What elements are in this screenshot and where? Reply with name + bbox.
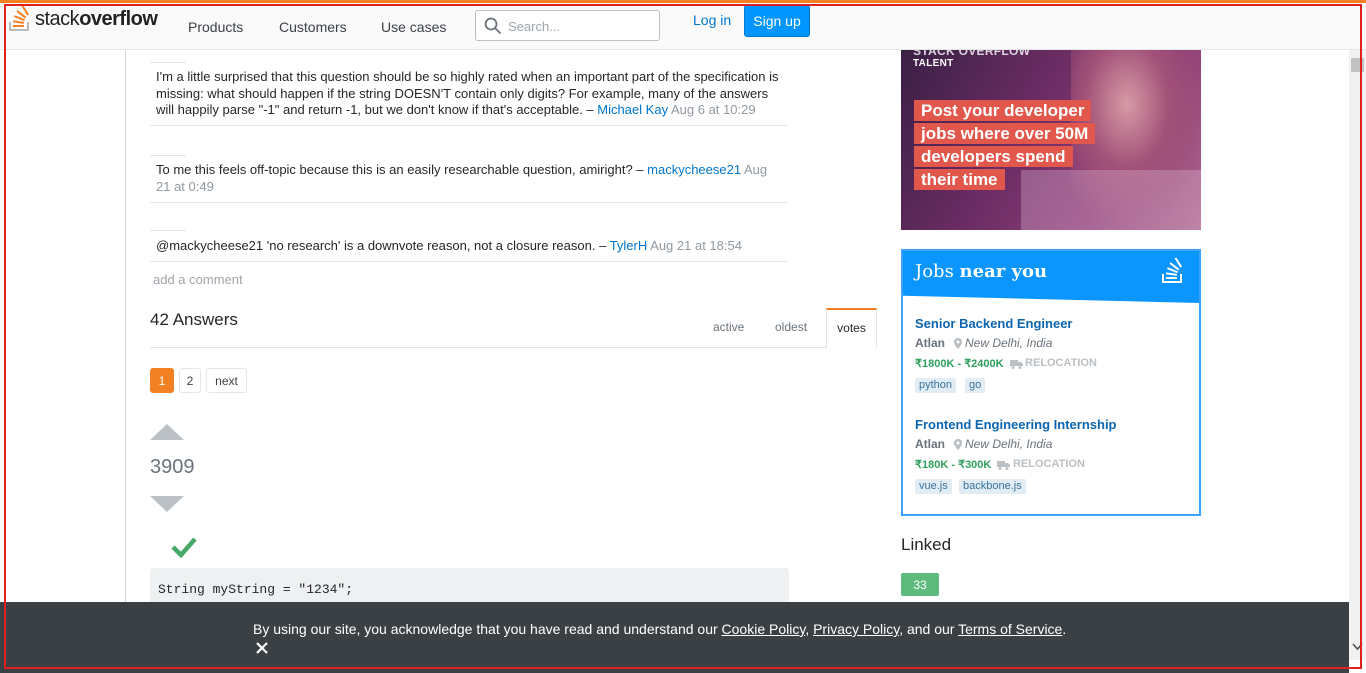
ad-line: developers spend xyxy=(914,146,1073,167)
cookie-policy-link[interactable]: Cookie Policy xyxy=(722,621,806,637)
pager-next[interactable]: next xyxy=(206,368,247,393)
jobs-near-you-widget: Jobs near you Senior Backend Engineer At… xyxy=(901,249,1201,516)
nav-use-cases[interactable]: Use cases xyxy=(381,19,446,35)
comment-date[interactable]: Aug 6 at 10:29 xyxy=(671,102,756,117)
comment-text: @mackycheese21 'no research' is a downvo… xyxy=(156,238,610,253)
answers-tabs-divider xyxy=(150,347,877,348)
location-pin-icon xyxy=(954,338,962,349)
job-company: Atlan xyxy=(915,336,945,350)
add-comment-link[interactable]: add a comment xyxy=(153,272,243,287)
job-location: New Delhi, India xyxy=(965,336,1053,350)
comment: I'm a little surprised that this questio… xyxy=(150,62,788,126)
scroll-down-arrow-icon[interactable] xyxy=(1352,643,1363,651)
nav-products[interactable]: Products xyxy=(188,19,243,35)
job-tag[interactable]: python xyxy=(915,378,957,393)
comment-date[interactable]: Aug 21 at 18:54 xyxy=(650,238,742,253)
comment: To me this feels off-topic because this … xyxy=(150,155,788,203)
search-box xyxy=(475,10,660,42)
cookie-message: By using our site, you acknowledge that … xyxy=(253,621,1067,637)
tab-votes[interactable]: votes xyxy=(826,308,877,348)
ad-line: Post your developer xyxy=(914,100,1092,121)
stack-logo-icon xyxy=(9,6,30,31)
truck-icon xyxy=(997,461,1010,470)
job-title-link[interactable]: Senior Backend Engineer xyxy=(915,316,1073,331)
location-pin-icon xyxy=(954,439,962,450)
job-salary: ₹1800K - ₹2400K xyxy=(915,358,1004,370)
close-icon[interactable] xyxy=(255,641,269,655)
privacy-policy-link[interactable]: Privacy Policy xyxy=(813,621,899,637)
tab-active-sort[interactable]: active xyxy=(713,320,744,334)
comment: @mackycheese21 'no research' is a downvo… xyxy=(150,230,788,262)
comment-user[interactable]: TylerH xyxy=(610,238,648,253)
comment-body: To me this feels off-topic because this … xyxy=(156,162,781,195)
search-icon xyxy=(484,17,502,35)
pager-page-2[interactable]: 2 xyxy=(179,368,201,393)
stack-overflow-icon xyxy=(1162,258,1183,283)
top-bar: stackoverflow Products Customers Use cas… xyxy=(0,3,1366,50)
vote-down-icon[interactable] xyxy=(150,496,184,512)
comment-user[interactable]: Michael Kay xyxy=(597,102,668,117)
site-logo[interactable]: stackoverflow xyxy=(8,5,158,33)
comment-body: @mackycheese21 'no research' is a downvo… xyxy=(156,238,786,255)
comment-body: I'm a little surprised that this questio… xyxy=(156,69,786,119)
scrollbar-thumb[interactable] xyxy=(1351,58,1364,72)
job-tag[interactable]: backbone.js xyxy=(959,479,1026,494)
cookie-consent-banner: By using our site, you acknowledge that … xyxy=(0,602,1349,673)
terms-of-service-link[interactable]: Terms of Service xyxy=(958,621,1062,637)
tab-oldest[interactable]: oldest xyxy=(775,320,807,334)
search-input[interactable] xyxy=(506,11,660,42)
code-line: String myString = "1234"; xyxy=(158,582,354,597)
signup-button[interactable]: Sign up xyxy=(744,5,810,37)
job-salary: ₹180K - ₹300K xyxy=(915,459,992,471)
job-tag[interactable]: go xyxy=(965,378,986,393)
left-sidebar-border xyxy=(125,50,126,610)
linked-vote-count[interactable]: 33 xyxy=(901,573,939,596)
job-tag[interactable]: vue.js xyxy=(915,479,952,494)
comment-user[interactable]: mackycheese21 xyxy=(647,162,741,177)
vote-up-icon[interactable] xyxy=(150,424,184,440)
ad-line: their time xyxy=(914,169,1005,190)
logo-text: stackoverflow xyxy=(35,7,158,30)
comment-text: To me this feels off-topic because this … xyxy=(156,162,648,177)
comment-divider xyxy=(150,230,186,231)
answers-count-heading: 42 Answers xyxy=(150,310,238,329)
talent-ad[interactable]: STACK OVERFLOW TALENT Post your develope… xyxy=(901,50,1201,230)
vote-count: 3909 xyxy=(150,456,195,478)
ad-photo-desk xyxy=(1021,170,1201,230)
job-relocation: RELOCATION xyxy=(1013,458,1085,470)
job-title-link[interactable]: Frontend Engineering Internship xyxy=(915,417,1117,432)
login-link[interactable]: Log in xyxy=(693,12,731,28)
linked-heading: Linked xyxy=(901,535,952,554)
comment-divider xyxy=(150,62,186,63)
pager-page-1[interactable]: 1 xyxy=(150,368,174,393)
accepted-check-icon xyxy=(171,537,197,559)
ad-line: jobs where over 50M xyxy=(914,123,1096,144)
comment-divider xyxy=(150,155,186,156)
job-company: Atlan xyxy=(915,437,945,451)
truck-icon xyxy=(1010,360,1023,369)
job-location: New Delhi, India xyxy=(965,437,1053,451)
jobs-title: Jobs near you xyxy=(915,261,1048,282)
nav-customers[interactable]: Customers xyxy=(279,19,347,35)
ad-brand: STACK OVERFLOW TALENT xyxy=(913,50,1031,69)
job-relocation: RELOCATION xyxy=(1025,357,1097,369)
page-scrollbar[interactable] xyxy=(1349,50,1366,660)
